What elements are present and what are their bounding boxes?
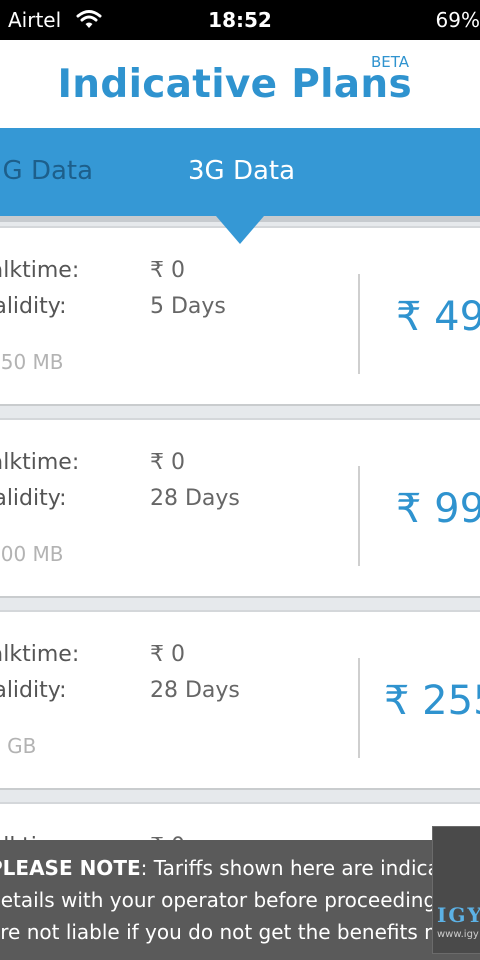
- data-allowance: 150 MB: [0, 350, 64, 374]
- watermark-site-text: www.igy: [437, 929, 479, 940]
- watermark-logo-text: IGY: [437, 903, 480, 927]
- card-divider: [358, 658, 360, 758]
- talktime-label: Talktime:: [0, 258, 80, 283]
- data-allowance: 1 GB: [0, 734, 37, 758]
- card-divider: [358, 274, 360, 374]
- plan-price: ₹ 99: [396, 486, 480, 532]
- talktime-value: ₹ 0: [150, 258, 185, 283]
- validity-value: 28 Days: [150, 678, 240, 703]
- plan-card[interactable]: Talktime: ₹ 0 Validity: 28 Days 300 MB ₹…: [0, 418, 480, 598]
- validity-label: Validity:: [0, 294, 67, 319]
- validity-label: Validity:: [0, 486, 67, 511]
- talktime-value: ₹ 0: [150, 642, 185, 667]
- app-header: BETA Indicative Plans: [0, 40, 480, 128]
- disclaimer-line-1: : Tariffs shown here are indicative,: [140, 856, 480, 880]
- plan-card[interactable]: Talktime: ₹ 0 Validity: 5 Days 150 MB ₹ …: [0, 226, 480, 406]
- plan-price: ₹ 255: [384, 678, 480, 724]
- tab-2g-data[interactable]: 2G Data: [0, 156, 93, 186]
- status-bar: Airtel 18:52 69%: [0, 0, 480, 40]
- plan-price: ₹ 49: [396, 294, 480, 340]
- plan-card[interactable]: Talktime: ₹ 0 Validity: 28 Days 1 GB ₹ 2…: [0, 610, 480, 790]
- watermark-logo: IGY www.igy: [432, 826, 480, 954]
- card-divider: [358, 466, 360, 566]
- clock: 18:52: [208, 8, 272, 32]
- validity-value: 5 Days: [150, 294, 226, 319]
- active-tab-pointer: [216, 216, 264, 244]
- validity-label: Validity:: [0, 678, 67, 703]
- talktime-label: Talktime:: [0, 450, 80, 475]
- tab-bar: 2G Data 3G Data: [0, 128, 480, 244]
- disclaimer-line-3: are not liable if you do not get the ben…: [0, 920, 477, 944]
- disclaimer-banner: PLEASE NOTE: Tariffs shown here are indi…: [0, 840, 480, 960]
- talktime-label: Talktime:: [0, 642, 80, 667]
- disclaimer-lead: PLEASE NOTE: [0, 856, 141, 880]
- validity-value: 28 Days: [150, 486, 240, 511]
- disclaimer-text: PLEASE NOTE: Tariffs shown here are indi…: [0, 852, 480, 948]
- talktime-value: ₹ 0: [150, 450, 185, 475]
- disclaimer-line-2: details with your operator before procee…: [0, 888, 449, 912]
- page-title: Indicative Plans: [57, 62, 412, 107]
- data-allowance: 300 MB: [0, 542, 64, 566]
- battery-level: 69%: [435, 8, 480, 32]
- tab-3g-data[interactable]: 3G Data: [188, 156, 295, 186]
